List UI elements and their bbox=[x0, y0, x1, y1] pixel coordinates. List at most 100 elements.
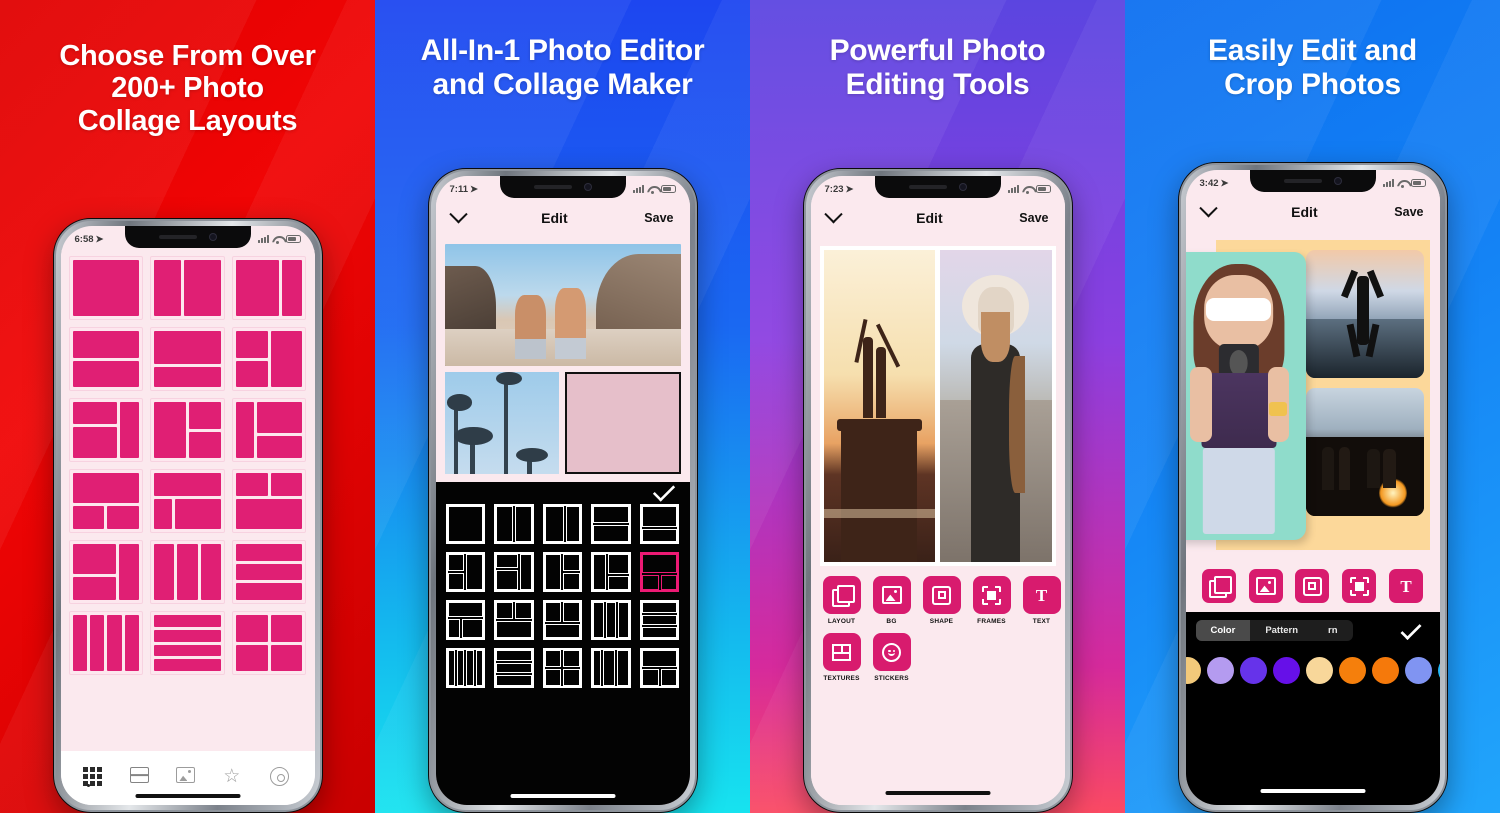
color-swatch[interactable] bbox=[1404, 657, 1432, 684]
layout-thumb[interactable] bbox=[68, 469, 144, 533]
home-indicator[interactable] bbox=[885, 791, 990, 795]
layout-thumb[interactable] bbox=[150, 327, 225, 391]
tool-bg[interactable]: BG bbox=[872, 576, 911, 625]
collage-photo-palm-trees[interactable] bbox=[444, 372, 560, 474]
color-swatch-list[interactable] bbox=[1185, 641, 1440, 684]
tab-photos[interactable] bbox=[176, 767, 198, 789]
layout-option[interactable] bbox=[445, 600, 486, 640]
layout-option[interactable] bbox=[591, 552, 631, 592]
tool-bg-button[interactable] bbox=[1248, 569, 1283, 603]
layout-option[interactable] bbox=[639, 504, 680, 544]
collage-photo-woman-hat[interactable] bbox=[940, 250, 1052, 562]
layout-option-selected[interactable] bbox=[639, 552, 680, 592]
tool-stickers[interactable]: STICKERS bbox=[872, 633, 911, 682]
tool-frames[interactable]: FRAMES bbox=[972, 576, 1011, 625]
collage-canvas-4[interactable] bbox=[1185, 230, 1440, 560]
collage-photo-camera-girl[interactable] bbox=[1185, 252, 1306, 540]
layout-option[interactable] bbox=[445, 552, 486, 592]
collage-photo-van-sunset[interactable] bbox=[823, 250, 935, 562]
color-swatch[interactable] bbox=[1206, 657, 1234, 684]
collage-photo-beach-jump[interactable] bbox=[1305, 250, 1424, 378]
layout-thumb[interactable] bbox=[68, 398, 144, 462]
layout-thumb[interactable] bbox=[231, 398, 307, 462]
gear-icon bbox=[270, 767, 290, 786]
color-swatch[interactable] bbox=[1185, 657, 1201, 684]
tab-split[interactable] bbox=[129, 767, 152, 789]
color-swatch[interactable] bbox=[1371, 657, 1399, 684]
layout-thumb[interactable] bbox=[150, 611, 225, 675]
tool-text[interactable]: T TEXT bbox=[1022, 576, 1061, 625]
layout-thumb[interactable] bbox=[231, 611, 307, 675]
collage-empty-slot[interactable] bbox=[565, 372, 681, 474]
layout-option[interactable] bbox=[542, 600, 583, 640]
layout-option[interactable] bbox=[542, 648, 583, 688]
tool-shape-button[interactable] bbox=[1295, 569, 1330, 603]
layout-option[interactable] bbox=[639, 648, 680, 688]
collage-photo-bonfire[interactable] bbox=[1305, 388, 1424, 516]
tool-layout[interactable]: LAYOUT bbox=[822, 576, 861, 625]
layout-option[interactable] bbox=[445, 504, 486, 544]
layout-option[interactable] bbox=[542, 504, 583, 544]
layout-option[interactable] bbox=[639, 600, 680, 640]
segmented-control[interactable]: Color Pattern rn bbox=[1195, 620, 1353, 641]
color-swatch[interactable] bbox=[1338, 657, 1366, 684]
tool-shape[interactable]: SHAPE bbox=[922, 576, 961, 625]
layout-option[interactable] bbox=[494, 600, 534, 640]
home-indicator[interactable] bbox=[510, 794, 615, 798]
tool-text-button[interactable]: T bbox=[1389, 569, 1424, 603]
layout-thumb[interactable] bbox=[231, 469, 307, 533]
layout-picker-panel[interactable] bbox=[435, 479, 690, 805]
editor-toolbar-4[interactable]: T bbox=[1185, 560, 1440, 612]
layout-thumb[interactable] bbox=[68, 540, 144, 604]
background-options-panel[interactable]: Color Pattern rn bbox=[1185, 612, 1440, 805]
bottom-tab-bar[interactable]: ☆ bbox=[60, 751, 315, 805]
layout-option[interactable] bbox=[494, 552, 534, 592]
collage-canvas-3[interactable] bbox=[810, 236, 1065, 570]
collage-canvas-2[interactable] bbox=[435, 236, 690, 482]
layout-thumb[interactable] bbox=[150, 469, 225, 533]
layout-list[interactable] bbox=[60, 250, 315, 751]
layout-thumb[interactable] bbox=[150, 398, 225, 462]
color-swatch[interactable] bbox=[1272, 657, 1300, 684]
layout-option[interactable] bbox=[542, 552, 583, 592]
color-swatch[interactable] bbox=[1305, 657, 1333, 684]
tab-favorites[interactable]: ☆ bbox=[223, 767, 245, 789]
check-icon[interactable] bbox=[652, 479, 675, 502]
layout-option[interactable] bbox=[591, 648, 631, 688]
layout-thumb[interactable] bbox=[231, 327, 307, 391]
layout-thumb[interactable] bbox=[68, 327, 144, 391]
chevron-down-icon[interactable] bbox=[1198, 198, 1218, 217]
tools-panel[interactable]: LAYOUT BG SHAPE FRAMES T TEXT TEXTURES S… bbox=[810, 570, 1065, 805]
layout-option[interactable] bbox=[494, 648, 534, 688]
layout-thumb[interactable] bbox=[231, 256, 307, 320]
home-indicator[interactable] bbox=[135, 794, 240, 798]
layout-option[interactable] bbox=[494, 504, 534, 544]
chevron-down-icon[interactable] bbox=[448, 204, 468, 223]
segment-color[interactable]: Color bbox=[1195, 620, 1251, 641]
layout-thumb[interactable] bbox=[68, 611, 144, 675]
layout-thumb[interactable] bbox=[150, 256, 225, 320]
chevron-down-icon[interactable] bbox=[823, 204, 843, 223]
layout-thumb[interactable] bbox=[68, 256, 144, 320]
layout-option[interactable] bbox=[591, 504, 631, 544]
tool-frames-button[interactable] bbox=[1342, 569, 1377, 603]
layout-grid bbox=[68, 256, 307, 675]
tool-layout-button[interactable] bbox=[1201, 569, 1236, 603]
app-store-screenshot-showcase: Choose From Over 200+ Photo Collage Layo… bbox=[0, 0, 1500, 813]
collage-photo-beach-friends[interactable] bbox=[444, 244, 681, 366]
layout-thumb[interactable] bbox=[231, 540, 307, 604]
color-swatch[interactable] bbox=[1437, 657, 1440, 684]
save-button[interactable]: Save bbox=[644, 211, 673, 225]
layout-option[interactable] bbox=[591, 600, 631, 640]
color-swatch[interactable] bbox=[1239, 657, 1267, 684]
layout-option[interactable] bbox=[445, 648, 486, 688]
tool-textures[interactable]: TEXTURES bbox=[822, 633, 861, 682]
tab-settings[interactable] bbox=[270, 767, 292, 789]
check-icon[interactable] bbox=[1399, 618, 1422, 641]
home-indicator[interactable] bbox=[1260, 789, 1365, 793]
layout-thumb[interactable] bbox=[150, 540, 225, 604]
segment-pattern[interactable]: Pattern bbox=[1250, 620, 1313, 641]
save-button[interactable]: Save bbox=[1019, 211, 1048, 225]
segment-partial[interactable]: rn bbox=[1313, 620, 1353, 641]
save-button[interactable]: Save bbox=[1394, 205, 1423, 219]
